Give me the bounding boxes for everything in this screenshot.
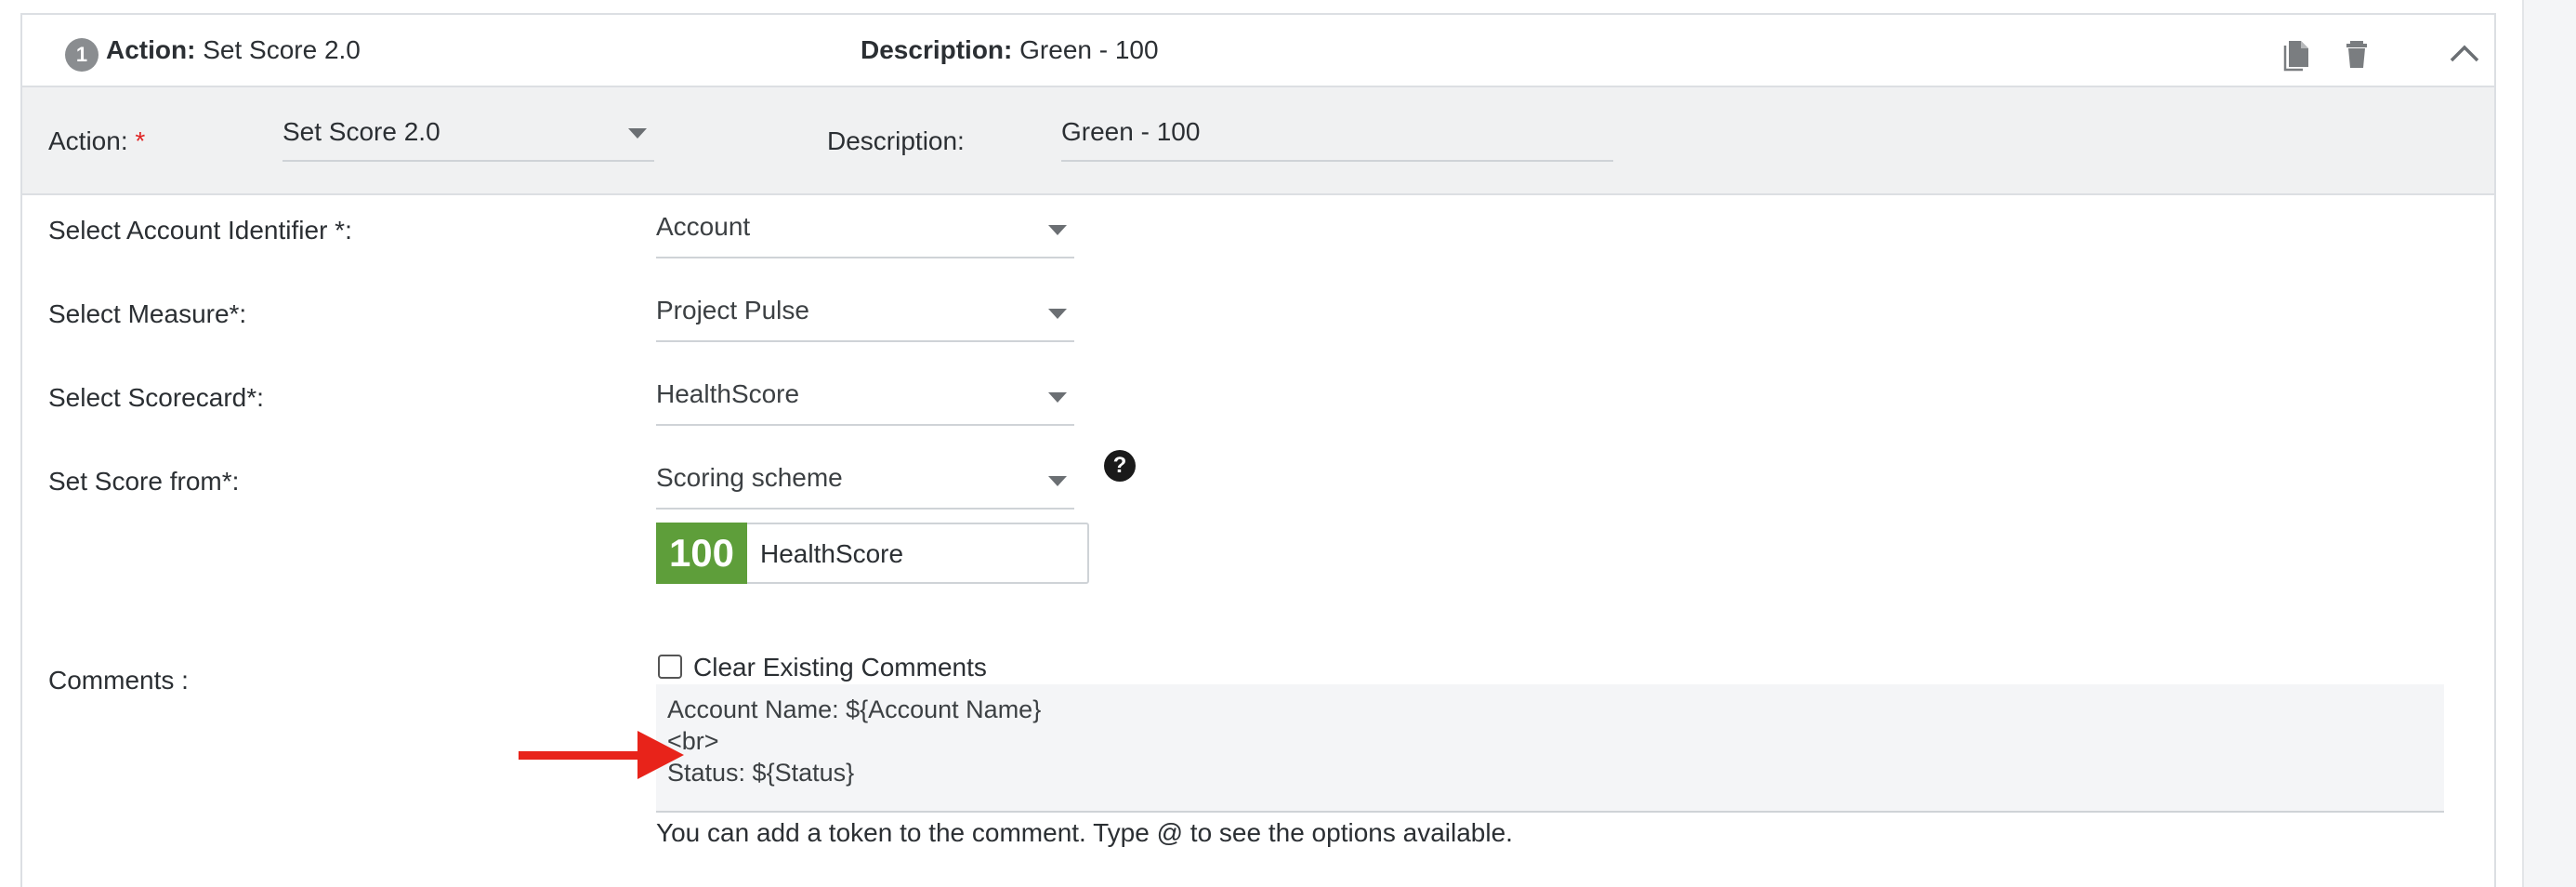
measure-label: Select Measure*: [48,299,247,328]
score-selector[interactable]: 100 HealthScore [656,523,1089,584]
comments-label: Comments : [48,666,189,695]
help-icon[interactable]: ? [1104,450,1136,482]
clear-comments-label[interactable]: Clear Existing Comments [693,653,987,682]
header-action: Action: Set Score 2.0 [106,35,361,65]
description-input-value: Green - 100 [1061,117,1201,146]
score-badge: 100 [656,523,747,584]
subbar-description-label: Description: [827,126,965,155]
score-from-label: Set Score from*: [48,467,240,496]
chevron-up-icon[interactable] [2446,35,2483,73]
page-scrollbar[interactable] [2522,0,2576,887]
measure-select[interactable]: Project Pulse [656,283,1074,342]
comment-line: Account Name: ${Account Name} [667,695,1042,723]
account-identifier-value: Account [656,212,751,241]
score-from-value: Scoring scheme [656,463,843,492]
chevron-down-icon [1048,309,1067,319]
required-mark: * [135,126,146,155]
header-action-label: Action: [106,35,196,64]
scorecard-select[interactable]: HealthScore [656,366,1074,426]
header-description-value: Green - 100 [1019,35,1159,64]
chevron-down-icon [1048,225,1067,235]
subbar-action-label: Action: * [48,126,145,156]
step-number-badge: 1 [65,38,99,72]
red-arrow-annotation [519,731,684,779]
description-input[interactable]: Green - 100 [1061,108,1613,162]
action-header[interactable]: 1 Action: Set Score 2.0 Description: Gre… [22,15,2494,87]
account-identifier-label: Select Account Identifier *: [48,216,352,245]
comment-line: Status: ${Status} [667,759,855,787]
account-identifier-select[interactable]: Account [656,199,1074,258]
comment-line: <br> [667,727,719,755]
header-description-label: Description: [861,35,1013,64]
measure-value: Project Pulse [656,296,809,324]
header-description: Description: Green - 100 [861,35,1159,65]
action-select-value: Set Score 2.0 [283,117,440,146]
copy-icon[interactable] [2279,35,2316,73]
action-select[interactable]: Set Score 2.0 [283,108,654,162]
chevron-down-icon [1048,392,1067,403]
chevron-down-icon [1048,476,1067,486]
scorecard-value: HealthScore [656,379,800,408]
trash-icon[interactable] [2340,35,2377,73]
scrollbar-thumb[interactable] [2524,0,2576,887]
score-scorecard-name: HealthScore [760,539,904,568]
score-from-select[interactable]: Scoring scheme [656,450,1074,510]
scorecard-label: Select Scorecard*: [48,383,264,412]
action-label-text: Action: [48,126,128,155]
comment-token-hint: You can add a token to the comment. Type… [656,818,1513,847]
action-settings-bar: Action: * Set Score 2.0 Description: Gre… [22,87,2494,195]
comments-textarea[interactable]: Account Name: ${Account Name} <br> Status:… [656,684,2444,813]
header-action-value: Set Score 2.0 [203,35,361,64]
chevron-down-icon [628,128,647,139]
clear-comments-checkbox[interactable] [658,655,682,679]
